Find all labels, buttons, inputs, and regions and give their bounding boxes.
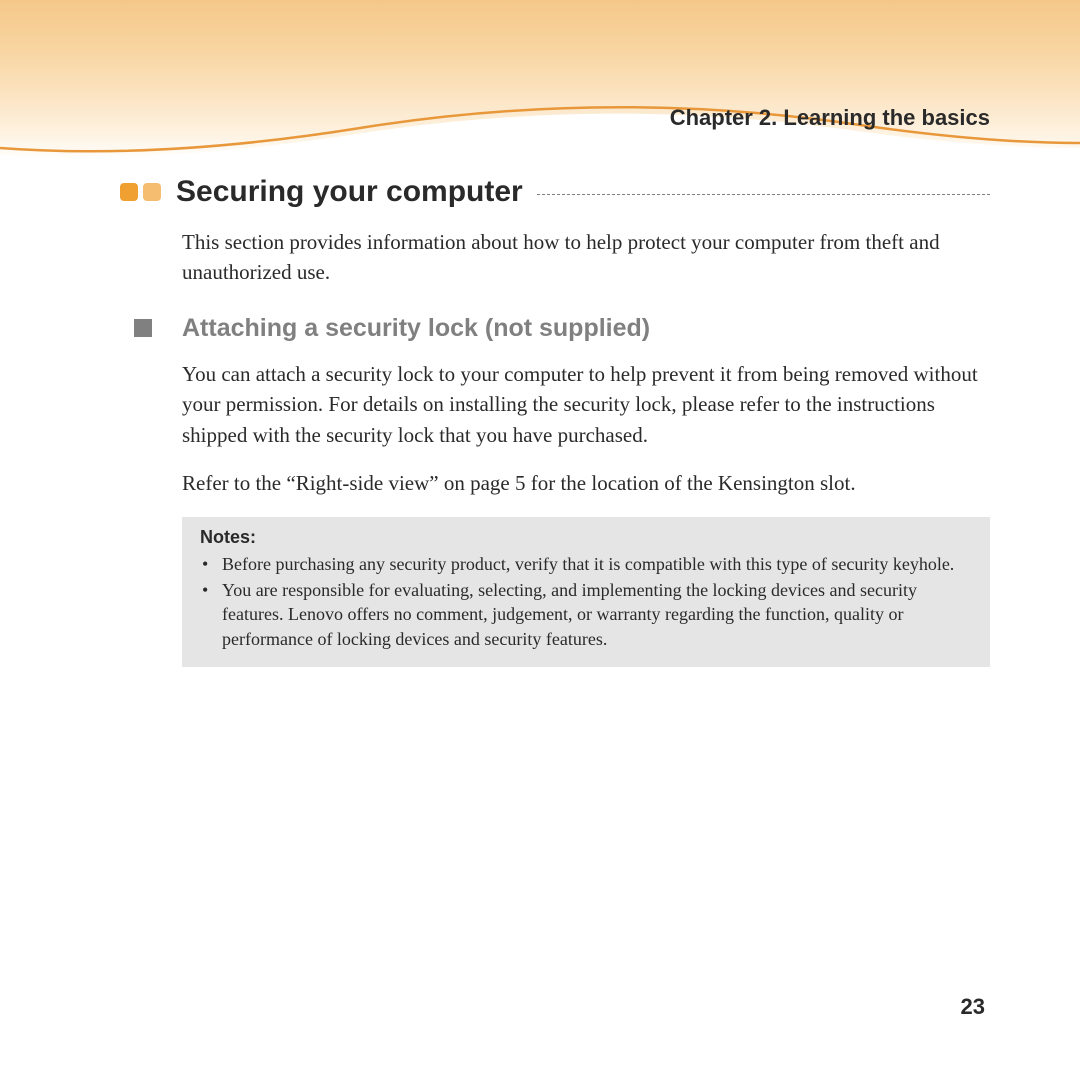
bullet-icon xyxy=(120,183,138,201)
page-content: Securing your computer This section prov… xyxy=(120,175,990,667)
dashed-line xyxy=(537,194,990,195)
chapter-title: Chapter 2. Learning the basics xyxy=(670,105,990,131)
square-bullet-icon xyxy=(134,319,152,337)
section-title: Securing your computer xyxy=(176,175,523,209)
subsection-heading: Attaching a security lock (not supplied) xyxy=(120,314,990,343)
list-item: Before purchasing any security product, … xyxy=(222,552,972,576)
header-swoosh xyxy=(0,0,1080,160)
section-heading: Securing your computer xyxy=(120,175,990,209)
list-item: You are responsible for evaluating, sele… xyxy=(222,578,972,651)
body-paragraph: Refer to the “Right-side view” on page 5… xyxy=(182,468,990,498)
subsection-title: Attaching a security lock (not supplied) xyxy=(182,314,650,343)
notes-list: Before purchasing any security product, … xyxy=(200,552,972,651)
bullet-icon xyxy=(143,183,161,201)
notes-box: Notes: Before purchasing any security pr… xyxy=(182,517,990,667)
body-paragraph: You can attach a security lock to your c… xyxy=(182,359,990,450)
page-number: 23 xyxy=(961,994,985,1020)
notes-label: Notes: xyxy=(200,527,972,548)
section-intro: This section provides information about … xyxy=(182,227,990,288)
